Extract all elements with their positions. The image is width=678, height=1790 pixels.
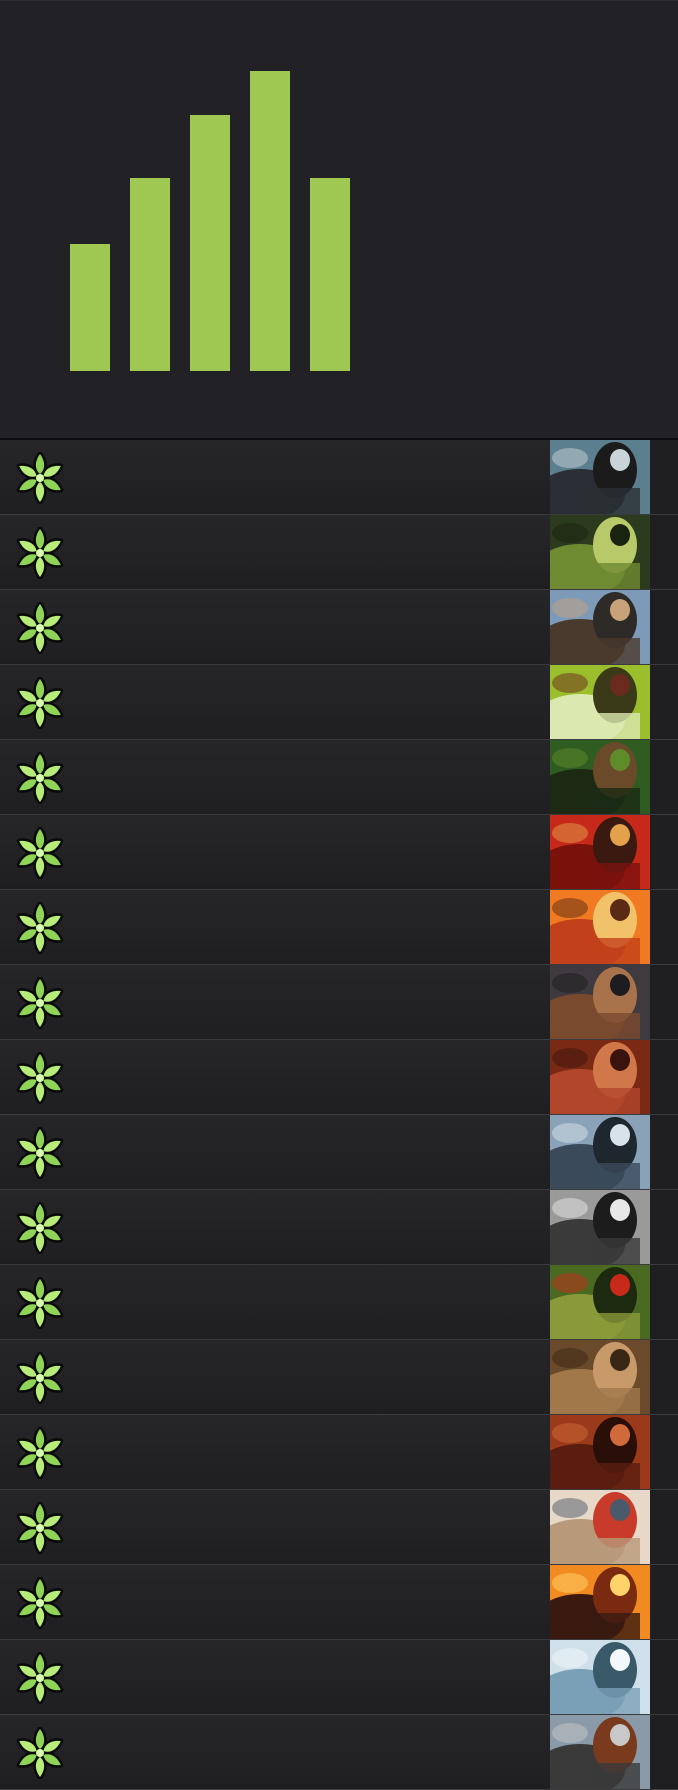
green-flower-sigil-icon — [14, 1426, 66, 1480]
jungle-hunter-art — [550, 740, 650, 814]
green-flower-sigil-icon — [14, 601, 66, 655]
bar-5 — [310, 178, 350, 371]
warrior-sunset-cliff-art — [550, 890, 650, 964]
bar-2 — [130, 178, 170, 371]
row-right-gutter — [650, 1265, 678, 1339]
forest-beast-art — [550, 515, 650, 589]
list-row[interactable] — [0, 815, 678, 890]
row-right-gutter — [650, 515, 678, 589]
bar-3 — [190, 115, 230, 371]
hooded-rider-with-wolf-art — [550, 440, 650, 514]
green-flower-sigil-icon — [14, 1051, 66, 1105]
green-flower-sigil-icon — [14, 526, 66, 580]
green-flower-sigil-icon — [14, 751, 66, 805]
green-flower-sigil-icon — [14, 1126, 66, 1180]
row-right-gutter — [650, 440, 678, 514]
row-right-gutter — [650, 1340, 678, 1414]
goblin-spear-art — [550, 1265, 650, 1339]
row-right-gutter — [650, 590, 678, 664]
list-row[interactable] — [0, 1340, 678, 1415]
bearded-warrior-sword-art — [550, 590, 650, 664]
list-row[interactable] — [0, 890, 678, 965]
list-row[interactable] — [0, 1640, 678, 1715]
list-row[interactable] — [0, 740, 678, 815]
horned-helm-warrior-art — [550, 1715, 650, 1789]
list-row[interactable] — [0, 1040, 678, 1115]
list-row[interactable] — [0, 515, 678, 590]
green-flower-sigil-icon — [14, 676, 66, 730]
green-flower-sigil-icon — [14, 1351, 66, 1405]
green-flower-sigil-icon — [14, 976, 66, 1030]
screaming-barbarian-art — [550, 1490, 650, 1564]
row-right-gutter — [650, 1040, 678, 1114]
green-flower-sigil-icon — [14, 826, 66, 880]
list-row[interactable] — [0, 1115, 678, 1190]
bar-chart — [70, 71, 350, 371]
row-right-gutter — [650, 1490, 678, 1564]
row-right-gutter — [650, 740, 678, 814]
green-flower-sigil-icon — [14, 1726, 66, 1780]
list-row[interactable] — [0, 440, 678, 515]
list-row[interactable] — [0, 590, 678, 665]
hooded-red-giant-art — [550, 1415, 650, 1489]
fire-boar-rider-art — [550, 815, 650, 889]
green-flower-sigil-icon — [14, 1501, 66, 1555]
green-flower-sigil-icon — [14, 1576, 66, 1630]
white-beast-skull-art — [550, 1190, 650, 1264]
green-flower-sigil-icon — [14, 1276, 66, 1330]
armored-brawler-art — [550, 965, 650, 1039]
row-right-gutter — [650, 665, 678, 739]
list-row[interactable] — [0, 1565, 678, 1640]
bar-4 — [250, 71, 290, 371]
green-flower-sigil-icon — [14, 451, 66, 505]
row-right-gutter — [650, 1415, 678, 1489]
red-ogre-art — [550, 1040, 650, 1114]
row-right-gutter — [650, 1190, 678, 1264]
row-right-gutter — [650, 1640, 678, 1714]
green-flower-sigil-icon — [14, 1201, 66, 1255]
green-flower-sigil-icon — [14, 1651, 66, 1705]
list-row[interactable] — [0, 1190, 678, 1265]
list-row[interactable] — [0, 1490, 678, 1565]
row-right-gutter — [650, 890, 678, 964]
list-row[interactable] — [0, 1265, 678, 1340]
row-right-gutter — [650, 1715, 678, 1789]
bar-1 — [70, 244, 110, 371]
bear-brute-art — [550, 1340, 650, 1414]
list-row[interactable] — [0, 1715, 678, 1790]
row-right-gutter — [650, 965, 678, 1039]
app-window — [0, 0, 678, 1790]
bar-chart-panel — [0, 0, 678, 440]
list-row[interactable] — [0, 1415, 678, 1490]
list-row[interactable] — [0, 665, 678, 740]
red-hooded-archer-stag-art — [550, 665, 650, 739]
row-right-gutter — [650, 1565, 678, 1639]
row-right-gutter — [650, 815, 678, 889]
lava-field-art — [550, 1565, 650, 1639]
hero-list — [0, 440, 678, 1790]
green-flower-sigil-icon — [14, 901, 66, 955]
list-row[interactable] — [0, 965, 678, 1040]
steel-golem-art — [550, 1115, 650, 1189]
row-right-gutter — [650, 1115, 678, 1189]
white-wolf-art — [550, 1640, 650, 1714]
